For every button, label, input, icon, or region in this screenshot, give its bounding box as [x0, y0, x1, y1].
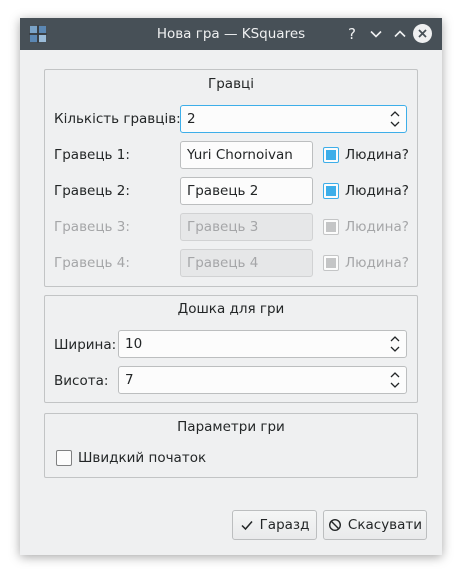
params-group: Параметри гри Швидкий початок	[44, 413, 418, 478]
player-count-spinbox[interactable]: 2	[180, 105, 407, 133]
quick-start-checkbox[interactable]	[56, 450, 72, 466]
chevron-down-icon	[370, 30, 382, 38]
spin-arrows-icon[interactable]	[389, 335, 401, 353]
player-2-human-label[interactable]: Людина?	[345, 183, 409, 199]
title-bar[interactable]: Нова гра — KSquares ?	[20, 18, 442, 50]
player-4-human-checkbox	[323, 255, 339, 271]
new-game-dialog: Нова гра — KSquares ? Гравці Кількість г…	[20, 18, 442, 555]
player-3-human-checkbox	[323, 219, 339, 235]
board-width-value: 10	[125, 336, 143, 352]
board-group-title: Дошка для гри	[177, 301, 285, 317]
player-1-human-checkbox[interactable]	[323, 147, 339, 163]
player-2-label: Гравець 2:	[54, 183, 130, 199]
cancel-button[interactable]: Скасувати	[323, 510, 427, 540]
ok-button-label: Гаразд	[259, 517, 310, 533]
players-group-title: Гравці	[208, 76, 254, 92]
close-button[interactable]	[413, 24, 432, 43]
params-group-title: Параметри гри	[177, 419, 285, 435]
player-count-label: Кількість гравців:	[54, 111, 181, 127]
ok-button[interactable]: Гаразд	[232, 510, 317, 540]
player-2-name-input[interactable]: Гравець 2	[180, 177, 313, 205]
player-1-name-input[interactable]: Yuri Chornoivan	[180, 141, 313, 169]
board-height-label: Висота:	[54, 373, 109, 389]
help-button[interactable]: ?	[342, 24, 362, 44]
spin-arrows-icon[interactable]	[389, 110, 401, 128]
board-height-value: 7	[125, 372, 134, 388]
close-icon	[418, 29, 427, 38]
chevron-up-icon	[394, 30, 406, 38]
player-4-human-label: Людина?	[345, 255, 409, 271]
spin-arrows-icon[interactable]	[389, 371, 401, 389]
player-count-value: 2	[187, 111, 196, 127]
cancel-button-label: Скасувати	[347, 517, 423, 533]
board-width-spinbox[interactable]: 10	[118, 330, 407, 358]
maximize-button[interactable]	[390, 24, 410, 44]
player-1-label: Гравець 1:	[54, 147, 130, 163]
board-width-label: Ширина:	[54, 337, 117, 353]
player-4-name-input: Гравець 4	[180, 249, 313, 277]
player-4-label: Гравець 4:	[54, 255, 130, 271]
player-3-label: Гравець 3:	[54, 219, 130, 235]
board-height-spinbox[interactable]: 7	[118, 366, 407, 394]
check-icon	[241, 521, 253, 531]
player-2-human-checkbox[interactable]	[323, 183, 339, 199]
board-group: Дошка для гри Ширина: 10 Висота: 7	[44, 295, 418, 403]
players-group: Гравці Кількість гравців: 2 Гравець 1: Y…	[44, 69, 418, 287]
player-3-name-input: Гравець 3	[180, 213, 313, 241]
cancel-icon	[328, 518, 341, 532]
player-1-human-label[interactable]: Людина?	[345, 147, 409, 163]
player-3-human-label: Людина?	[345, 219, 409, 235]
quick-start-label[interactable]: Швидкий початок	[78, 450, 206, 466]
minimize-button[interactable]	[366, 24, 386, 44]
